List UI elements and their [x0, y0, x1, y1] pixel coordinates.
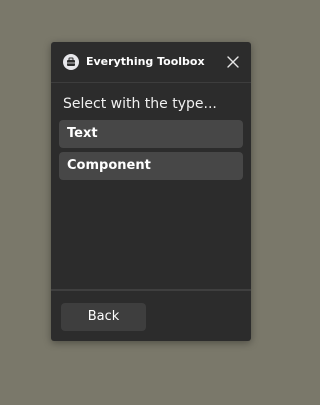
footer-divider	[51, 289, 251, 291]
option-component[interactable]: Component	[59, 152, 243, 180]
type-prompt: Select with the type...	[63, 96, 217, 112]
close-icon[interactable]	[224, 53, 242, 71]
toolbox-panel: Everything Toolbox Select with the type.…	[51, 42, 251, 341]
panel-header: Everything Toolbox	[51, 42, 251, 83]
toolbox-icon	[63, 54, 79, 70]
back-button[interactable]: Back	[61, 303, 146, 331]
option-text[interactable]: Text	[59, 120, 243, 148]
panel-title: Everything Toolbox	[86, 55, 205, 68]
